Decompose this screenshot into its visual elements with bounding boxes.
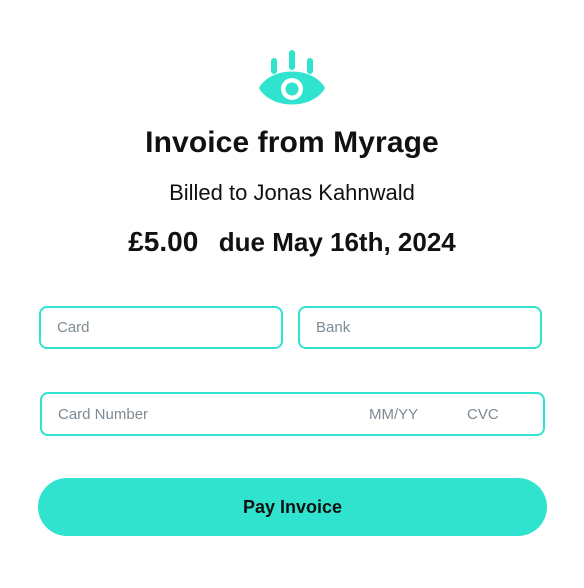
- due-date: due May 16th, 2024: [218, 227, 456, 257]
- invoice-amount: £5.00: [128, 226, 199, 257]
- card-expiry-input[interactable]: [369, 394, 449, 434]
- amount-due-line: £5.00 due May 16th, 2024: [0, 226, 584, 258]
- payment-method-bank-button[interactable]: Bank: [298, 306, 542, 349]
- payment-method-card-button[interactable]: Card: [39, 306, 283, 349]
- card-cvc-input[interactable]: [467, 394, 527, 434]
- pay-invoice-button[interactable]: Pay Invoice: [38, 478, 547, 536]
- eye-logo-icon: [259, 50, 325, 105]
- invoice-title: Invoice from Myrage: [145, 126, 439, 159]
- billed-to-text: Billed to Jonas Kahnwald: [169, 180, 415, 205]
- pay-invoice-label: Pay Invoice: [242, 496, 343, 517]
- card-details-field: [40, 392, 545, 436]
- card-number-input[interactable]: [58, 394, 358, 434]
